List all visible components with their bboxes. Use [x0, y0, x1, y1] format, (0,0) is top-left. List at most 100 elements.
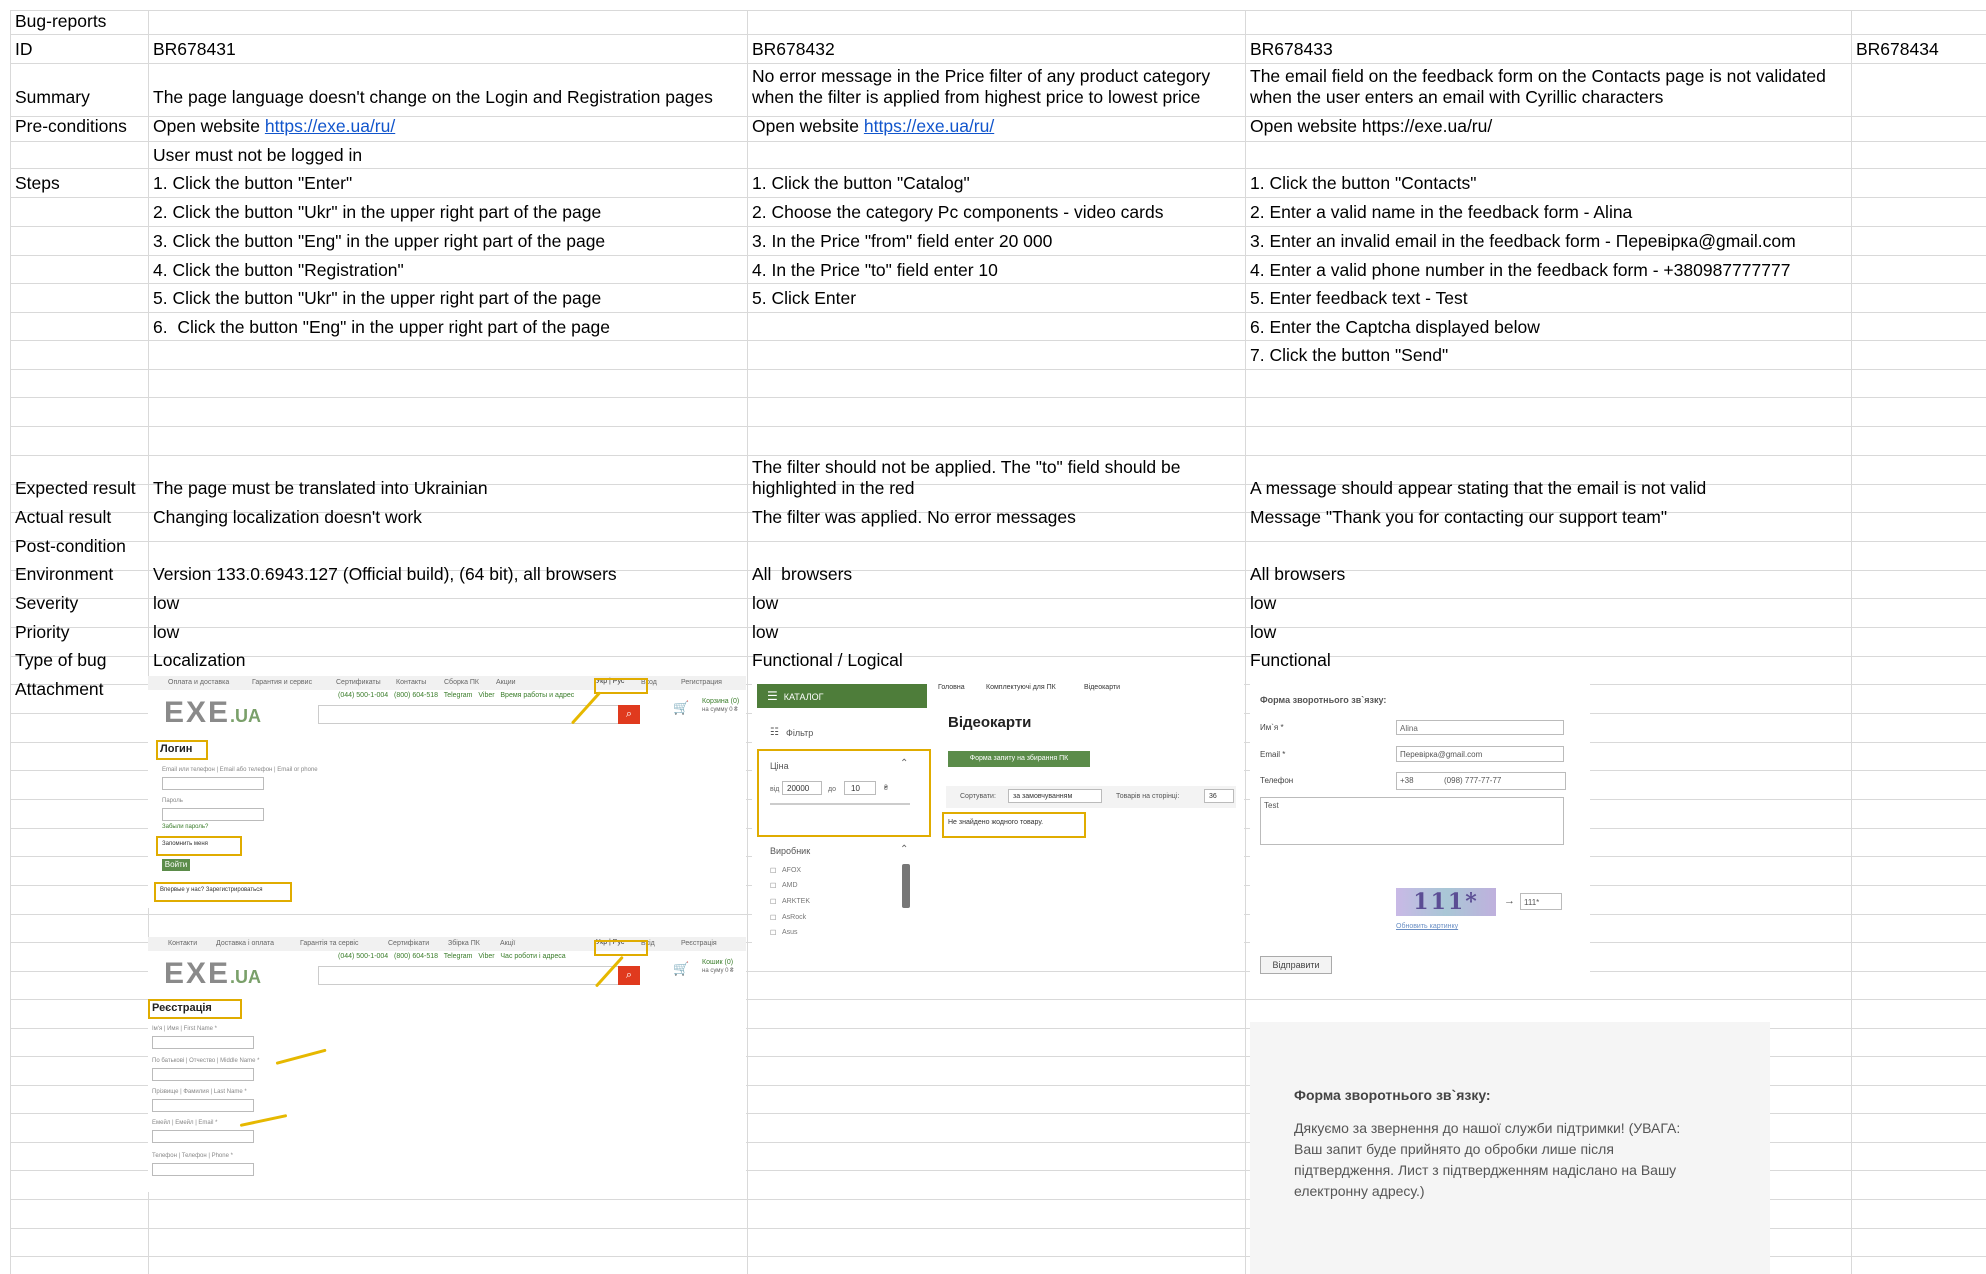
no-products-message: Не знайдено жодного товару. [948, 819, 1044, 826]
forgot-password-link[interactable]: Забыли пароль? [162, 824, 208, 830]
email-input[interactable] [162, 777, 264, 790]
maker-label: Виробник [770, 846, 811, 856]
maker-name: Asus [782, 929, 798, 936]
price-to-label: до [828, 786, 836, 793]
remember-checkbox[interactable]: Запомнить меня [162, 841, 208, 847]
maker-checkbox[interactable]: ☐ [770, 929, 776, 937]
cart-label[interactable]: Корзина (0) [702, 698, 739, 705]
topnav-link[interactable]: Гарантия и сервис [252, 679, 312, 686]
row-label: Steps [15, 173, 60, 193]
maker-name: AFOX [782, 867, 802, 874]
breadcrumb-current: Відеокарти [1084, 684, 1121, 691]
grid-row-line [10, 255, 1986, 256]
email-input[interactable]: Перевірка@gmail.com [1396, 746, 1564, 762]
row-label: Actual result [15, 507, 112, 527]
catalog-button[interactable]: ☰ КАТАЛОГ [757, 684, 927, 708]
search-input[interactable] [318, 966, 620, 985]
priority-value: low [1250, 622, 1277, 642]
send-button[interactable]: Відправити [1260, 956, 1332, 974]
maker-checkbox[interactable]: ☐ [770, 914, 776, 922]
step-text: 2. Enter a valid name in the feedback fo… [1250, 202, 1633, 222]
bug-type: Localization [153, 650, 246, 670]
actual-result: The filter was applied. No error message… [752, 507, 1076, 527]
cart-label[interactable]: Кошик (0) [702, 959, 733, 966]
phones-line: (044) 500-1-004 (800) 604-518 Telegram V… [338, 953, 566, 960]
precondition-text: Open website https://exe.ua/ru/ [752, 116, 994, 137]
registration-field-input[interactable] [152, 1099, 254, 1112]
topnav-link[interactable]: Оплата и доставка [168, 679, 229, 686]
grid-row-line [10, 455, 1986, 456]
expected-result: The filter should not be applied. The "t… [752, 457, 1181, 477]
topnav-link[interactable]: Гарантія та сервіс [300, 940, 358, 947]
row-label: Attachment [15, 679, 104, 699]
precondition-prefix: Open website [153, 116, 265, 136]
filter-label: Фільтр [786, 728, 814, 738]
name-input[interactable]: Alina [1396, 720, 1564, 735]
register-link[interactable]: Регистрация [681, 679, 722, 686]
breadcrumb-category[interactable]: Комплектуючі для ПК [986, 684, 1056, 691]
topnav-link[interactable]: Акції [500, 940, 515, 947]
topnav-link[interactable]: Акции [496, 679, 516, 686]
price-to-input[interactable]: 10 [844, 781, 876, 795]
login-button[interactable]: Войти [162, 859, 190, 871]
screenshot-thank-you-message: Форма зворотнього зв`язку: Дякуємо за зве… [1250, 1022, 1770, 1274]
maker-checkbox[interactable]: ☐ [770, 882, 776, 890]
priority-value: low [752, 622, 779, 642]
topnav-link[interactable]: Сертифікати [388, 940, 429, 947]
maker-scrollbar[interactable] [902, 864, 910, 908]
captcha-input[interactable]: 111* [1520, 893, 1562, 910]
website-link[interactable]: https://exe.ua/ru/ [265, 116, 395, 136]
topnav-link[interactable]: Доставка і оплата [216, 940, 274, 947]
precondition-extra: User must not be logged in [153, 145, 363, 165]
cart-icon[interactable]: 🛒 [673, 700, 689, 716]
register-link[interactable]: Реєстрація [681, 940, 717, 947]
grid-col-line [1245, 10, 1246, 1274]
search-button[interactable]: ⌕ [618, 705, 640, 724]
registration-field-input[interactable] [152, 1163, 254, 1176]
breadcrumb-home[interactable]: Головна [938, 684, 965, 691]
thank-you-title: Форма зворотнього зв`язку: [1294, 1087, 1491, 1103]
assembly-request-button[interactable]: Форма запиту на збирання ПК [948, 751, 1090, 767]
price-slider[interactable] [770, 803, 910, 805]
topnav-link[interactable]: Сертификаты [336, 679, 381, 686]
grid-row-line [10, 656, 1986, 657]
sort-select[interactable]: за замовчуванням [1008, 789, 1102, 803]
grid-row-line [10, 627, 1986, 628]
website-link[interactable]: https://exe.ua/ru/ [864, 116, 994, 136]
precondition-text: Open website https://exe.ua/ru/ [1250, 116, 1493, 136]
topnav-link[interactable]: Сборка ПК [444, 679, 479, 686]
price-from-input[interactable]: 20000 [782, 781, 822, 795]
per-page-select[interactable]: 36 [1204, 789, 1234, 803]
email-label: Email или телефон | Email або телефон | … [162, 767, 318, 773]
summary-text: The page language doesn't change on the … [153, 87, 713, 107]
site-logo[interactable]: EXE.UA [164, 957, 261, 991]
cart-icon[interactable]: 🛒 [673, 961, 689, 977]
registration-field-input[interactable] [152, 1036, 254, 1049]
refresh-captcha-link[interactable]: Обновить картинку [1396, 923, 1458, 930]
actual-result: Changing localization doesn't work [153, 507, 422, 527]
register-prompt[interactable]: Впервые у нас? Зарегистрироваться [160, 887, 262, 893]
topnav-link[interactable]: Контакты [396, 679, 426, 686]
maker-checkbox[interactable]: ☐ [770, 898, 776, 906]
chevron-up-icon[interactable]: ⌃ [900, 758, 908, 769]
feedback-form-title: Форма зворотнього зв`язку: [1260, 695, 1387, 705]
registration-field-input[interactable] [152, 1068, 254, 1081]
message-textarea[interactable]: Test [1260, 797, 1564, 845]
maker-checkbox[interactable]: ☐ [770, 867, 776, 875]
password-input[interactable] [162, 808, 264, 821]
topnav-link[interactable]: Контакти [168, 940, 197, 947]
chevron-up-icon[interactable]: ⌃ [900, 844, 908, 855]
topnav-link[interactable]: Збірка ПК [448, 940, 480, 947]
thank-you-text: підтвердження. Лист з підтвердженням над… [1294, 1162, 1677, 1178]
step-text: 1. Click the button "Contacts" [1250, 173, 1477, 193]
site-logo[interactable]: EXE.UA [164, 696, 261, 730]
registration-field-input[interactable] [152, 1130, 254, 1143]
grid-row-line [10, 541, 1986, 542]
maker-name: ARKTEK [782, 898, 811, 905]
step-text: 4. Click the button "Registration" [153, 260, 404, 280]
severity-value: low [1250, 593, 1277, 613]
search-button[interactable]: ⌕ [618, 966, 640, 985]
search-icon: ⌕ [625, 708, 633, 720]
bug-type: Functional [1250, 650, 1331, 670]
bug-id: BR678434 [1856, 39, 1939, 59]
